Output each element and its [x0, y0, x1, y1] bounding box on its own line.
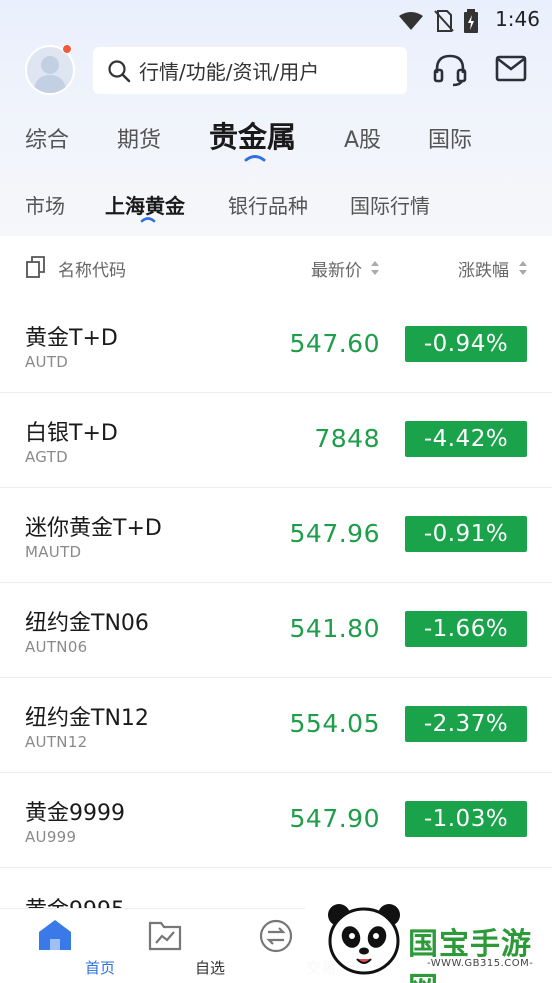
- watchlist-folder-icon: [148, 921, 182, 951]
- wifi-icon: [399, 12, 423, 30]
- row-code: AGTD: [25, 448, 68, 466]
- row-change-badge[interactable]: -1.03%: [405, 801, 527, 837]
- row-name: 黄金9999: [25, 801, 125, 826]
- sub-tabs: 市场 上海黄金 银行品种 国际行情: [0, 184, 552, 224]
- home-icon: [39, 920, 71, 950]
- subtab-international-quotes[interactable]: 国际行情: [350, 190, 430, 219]
- row-change-badge[interactable]: -4.42%: [405, 421, 527, 457]
- row-name: 迷你黄金T+D: [25, 516, 162, 541]
- column-latest-price[interactable]: 最新价: [311, 256, 362, 281]
- status-bar: 1:46: [0, 0, 552, 40]
- watermark-title: 国宝手游网: [408, 927, 532, 983]
- active-subtab-indicator: [140, 217, 156, 223]
- main-tabs: 综合 期货 贵金属 A股 国际: [0, 110, 552, 166]
- row-code: AUTD: [25, 353, 69, 371]
- table-row[interactable]: 迷你黄金T+D MAUTD 547.96 -0.91%: [0, 488, 552, 583]
- exchange-icon: [259, 919, 293, 953]
- status-icons: [398, 9, 478, 33]
- watermark: 国宝手游网 -WWW.GB315.COM-: [305, 887, 552, 983]
- row-name: 黄金9995: [25, 892, 125, 908]
- row-price: 547.96: [289, 519, 380, 548]
- row-name: 纽约金TN06: [25, 611, 149, 636]
- row-code: AU999: [25, 828, 77, 846]
- customer-service-button[interactable]: [432, 52, 468, 92]
- headset-icon: [433, 54, 467, 87]
- row-change-badge[interactable]: -2.37%: [405, 706, 527, 742]
- status-time: 1:46: [495, 7, 540, 31]
- quote-list: 黄金T+D AUTD 547.60 -0.94% 白银T+D AGTD 7848…: [0, 298, 552, 908]
- sort-change-icon[interactable]: [518, 260, 528, 276]
- notification-dot: [62, 44, 72, 54]
- row-price: 547.60: [289, 329, 380, 358]
- tabbar-label: 自选: [194, 959, 225, 977]
- copy-icon[interactable]: [25, 255, 47, 279]
- row-code: MAUTD: [25, 543, 82, 561]
- subtab-market[interactable]: 市场: [25, 190, 65, 219]
- row-name: 纽约金TN12: [25, 706, 149, 731]
- row-price: 547.90: [289, 804, 380, 833]
- tab-a-shares[interactable]: A股: [344, 122, 381, 154]
- no-sim-icon: [434, 10, 454, 32]
- panda-logo-icon: [328, 904, 400, 975]
- tab-comprehensive[interactable]: 综合: [25, 122, 69, 154]
- tab-international[interactable]: 国际: [428, 122, 472, 154]
- sort-price-icon[interactable]: [370, 260, 380, 276]
- search-placeholder: 行情/功能/资讯/用户: [139, 60, 320, 84]
- search-icon: [108, 59, 131, 82]
- message-button[interactable]: [495, 54, 527, 88]
- tabbar-label: 首页: [84, 959, 115, 977]
- row-price: 541.80: [289, 614, 380, 643]
- row-code: AUTN06: [25, 638, 88, 656]
- table-row[interactable]: 纽约金TN06 AUTN06 541.80 -1.66%: [0, 583, 552, 678]
- row-price: 7848: [314, 424, 380, 453]
- column-header: 名称代码 最新价 涨跌幅: [0, 236, 552, 296]
- battery-charging-icon: [464, 9, 478, 33]
- tab-futures[interactable]: 期货: [117, 122, 161, 154]
- tab-precious-metals[interactable]: 贵金属: [209, 114, 296, 156]
- row-name: 白银T+D: [25, 421, 118, 446]
- table-row[interactable]: 纽约金TN12 AUTN12 554.05 -2.37%: [0, 678, 552, 773]
- column-name-code: 名称代码: [58, 261, 126, 281]
- row-name: 黄金T+D: [25, 326, 118, 351]
- row-change-badge[interactable]: -0.94%: [405, 326, 527, 362]
- active-tab-indicator: [244, 155, 266, 162]
- row-code: AUTN12: [25, 733, 88, 751]
- row-change-badge[interactable]: -0.91%: [405, 516, 527, 552]
- row-price: 554.05: [289, 709, 380, 738]
- table-row[interactable]: 黄金T+D AUTD 547.60 -0.94%: [0, 298, 552, 393]
- table-row[interactable]: 黄金9999 AU999 547.90 -1.03%: [0, 773, 552, 868]
- subtab-bank-products[interactable]: 银行品种: [228, 190, 308, 219]
- table-row[interactable]: 白银T+D AGTD 7848 -4.42%: [0, 393, 552, 488]
- search-box[interactable]: 行情/功能/资讯/用户: [93, 47, 407, 94]
- row-change-badge[interactable]: -1.66%: [405, 611, 527, 647]
- column-change-pct[interactable]: 涨跌幅: [458, 256, 509, 281]
- watermark-url: -WWW.GB315.COM-: [427, 958, 534, 969]
- mail-icon: [495, 55, 527, 82]
